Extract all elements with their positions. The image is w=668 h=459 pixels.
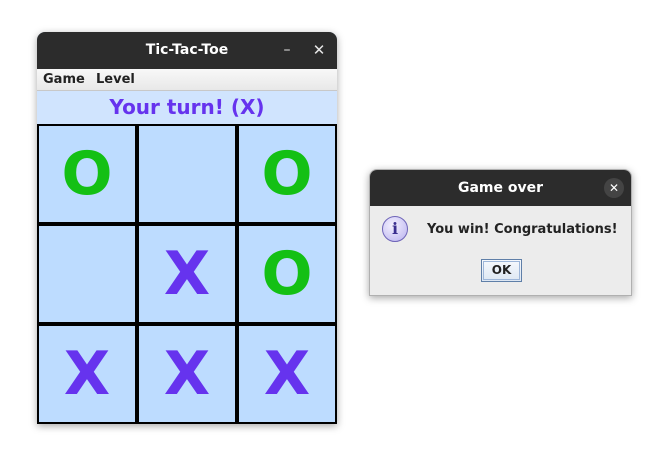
board-cell-6[interactable]: O (238, 225, 336, 323)
game-window: Tic-Tac-Toe – ✕ Game Level Your turn! (X… (37, 32, 337, 424)
info-icon: i (382, 216, 408, 242)
dialog-message: You win! Congratulations! (427, 222, 618, 237)
minimize-icon[interactable]: – (277, 38, 297, 62)
menu-level[interactable]: Level (96, 69, 135, 90)
board-cell-1[interactable]: O (38, 125, 136, 223)
board-cell-5[interactable]: X (138, 225, 236, 323)
menu-bar: Game Level (37, 69, 337, 91)
menu-game[interactable]: Game (43, 69, 85, 90)
board-cell-2[interactable] (138, 125, 236, 223)
board-cell-9[interactable]: X (238, 325, 336, 423)
dialog-title: Game over (457, 180, 544, 196)
board-cell-4[interactable] (38, 225, 136, 323)
board-cell-3[interactable]: O (238, 125, 336, 223)
close-icon[interactable]: ✕ (309, 38, 329, 62)
game-board: O O X O X X X (37, 124, 337, 424)
status-text: Your turn! (X) (109, 95, 265, 119)
window-titlebar[interactable]: Tic-Tac-Toe – ✕ (37, 32, 337, 69)
dialog-titlebar[interactable]: Game over ✕ (370, 170, 631, 206)
ok-button[interactable]: OK (481, 259, 522, 282)
dialog-close-icon[interactable]: ✕ (604, 178, 624, 198)
status-bar: Your turn! (X) (37, 91, 337, 125)
board-cell-7[interactable]: X (38, 325, 136, 423)
game-over-dialog: Game over ✕ i You win! Congratulations! … (369, 169, 632, 296)
board-cell-8[interactable]: X (138, 325, 236, 423)
